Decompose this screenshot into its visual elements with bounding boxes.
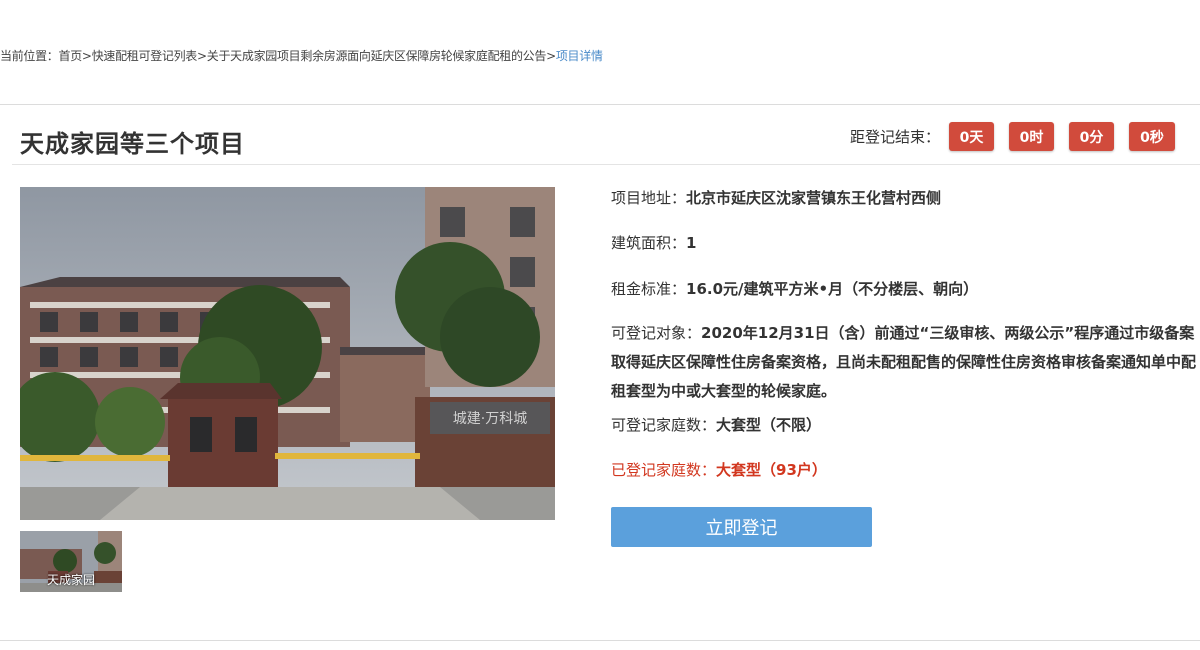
- breadcrumb-separator: >: [81, 49, 92, 63]
- breadcrumb: 当前位置：首页>快速配租可登记列表>关于天成家园项目剩余房源面向延庆区保障房轮候…: [0, 47, 603, 64]
- countdown-hours: 0时: [1009, 122, 1054, 151]
- breadcrumb-list-link[interactable]: 快速配租可登记列表: [92, 49, 198, 63]
- divider: [12, 164, 1200, 165]
- area-row: 建筑面积：1: [611, 228, 1196, 258]
- breadcrumb-prefix: 当前位置：: [0, 49, 59, 63]
- breadcrumb-home-link[interactable]: 首页: [59, 49, 83, 63]
- registered-value: 大套型（93户）: [716, 461, 827, 479]
- breadcrumb-notice-link[interactable]: 关于天成家园项目剩余房源面向延庆区保障房轮候家庭配租的公告: [207, 49, 547, 63]
- area-value: 1: [686, 234, 697, 252]
- breadcrumb-separator: >: [197, 49, 207, 63]
- page-title: 天成家园等三个项目: [20, 130, 245, 158]
- rent-row: 租金标准：16.0元/建筑平方米•月（不分楼层、朝向）: [611, 274, 1196, 304]
- address-value: 北京市延庆区沈家营镇东王化营村西侧: [686, 189, 942, 207]
- rent-value: 16.0元/建筑平方米•月（不分楼层、朝向）: [686, 280, 979, 298]
- area-label: 建筑面积：: [611, 234, 687, 252]
- registered-row: 已登记家庭数：大套型（93户）: [611, 455, 1196, 485]
- countdown-minutes: 0分: [1069, 122, 1114, 151]
- project-photo: 城建·万科城: [20, 187, 555, 520]
- countdown-seconds: 0秒: [1129, 122, 1175, 151]
- countdown-days: 0天: [949, 122, 994, 151]
- svg-text:城建·万科城: 城建·万科城: [453, 411, 527, 427]
- quota-row: 可登记家庭数：大套型（不限）: [611, 410, 1196, 440]
- quota-label: 可登记家庭数：: [611, 416, 717, 434]
- quota-value: 大套型（不限）: [716, 416, 822, 434]
- thumbnail-caption: 天成家园: [46, 573, 95, 587]
- project-thumbnail[interactable]: 天成家园: [20, 531, 122, 592]
- rent-label: 租金标准：: [611, 280, 687, 298]
- register-button[interactable]: 立即登记: [611, 507, 872, 547]
- divider: [0, 104, 1200, 105]
- registered-label: 已登记家庭数：: [611, 461, 717, 479]
- address-label: 项目地址：: [611, 189, 687, 207]
- target-row: 可登记对象：2020年12月31日（含）前通过“三级审核、两级公示”程序通过市级…: [611, 319, 1196, 406]
- countdown-label: 距登记结束：: [850, 128, 941, 146]
- target-label: 可登记对象：: [611, 324, 702, 342]
- breadcrumb-current[interactable]: 项目详情: [556, 49, 603, 63]
- breadcrumb-separator: >: [546, 49, 556, 63]
- address-row: 项目地址：北京市延庆区沈家营镇东王化营村西侧: [611, 183, 1196, 213]
- divider: [0, 640, 1200, 641]
